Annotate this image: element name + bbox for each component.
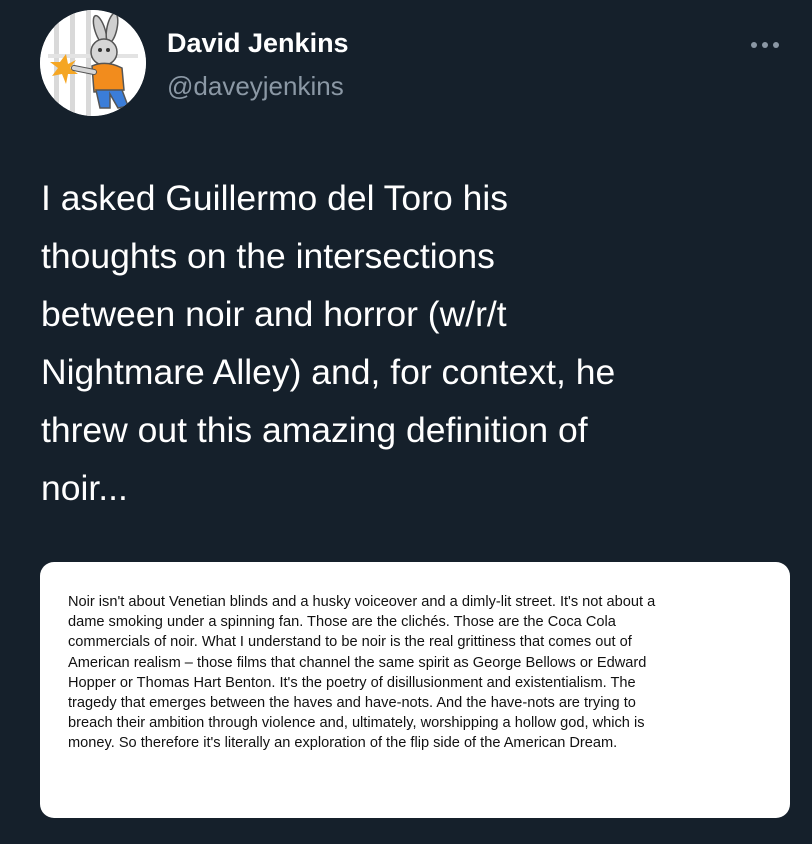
quote-text-line: breach their ambition through violence a… (68, 715, 645, 732)
quote-text-line: money. So therefore it's literally an ex… (68, 735, 618, 752)
quote-text-line: Noir isn't about Venetian blinds and a h… (68, 594, 656, 610)
tweet-text-line: thoughts on the intersections (41, 236, 495, 276)
tweet-text-line: I asked Guillermo del Toro his (41, 178, 508, 218)
tweet-text-line: noir... (41, 468, 128, 508)
quote-text-line: tragedy that emerges between the haves a… (68, 695, 636, 712)
more-options-button[interactable] (748, 30, 782, 60)
tweet-text-line: Nightmare Alley) and, for context, he (41, 352, 616, 392)
quote-text-line: commercials of noir. What I understand t… (68, 634, 632, 651)
author-display-name[interactable]: David Jenkins (167, 28, 349, 59)
tweet-text-line: threw out this amazing definition of (41, 410, 588, 450)
author-handle[interactable]: @daveyjenkins (167, 71, 344, 102)
quote-text: Noir isn't about Venetian blinds and a h… (68, 592, 768, 754)
tweet-text-line: between noir and horror (w/r/t (41, 294, 507, 334)
quote-text-line: dame smoking under a spinning fan. Those… (68, 614, 616, 631)
tweet-media-image[interactable]: Noir isn't about Venetian blinds and a h… (40, 562, 790, 818)
more-options-icon (751, 42, 779, 48)
tweet-text: I asked Guillermo del Toro his thoughts … (41, 169, 781, 517)
author-avatar[interactable] (40, 10, 146, 116)
quote-text-line: American realism – those films that chan… (68, 654, 647, 671)
quote-text-line: Hopper or Thomas Hart Benton. It's the p… (68, 674, 636, 691)
cartoon-rabbit-avatar-icon (40, 10, 146, 116)
